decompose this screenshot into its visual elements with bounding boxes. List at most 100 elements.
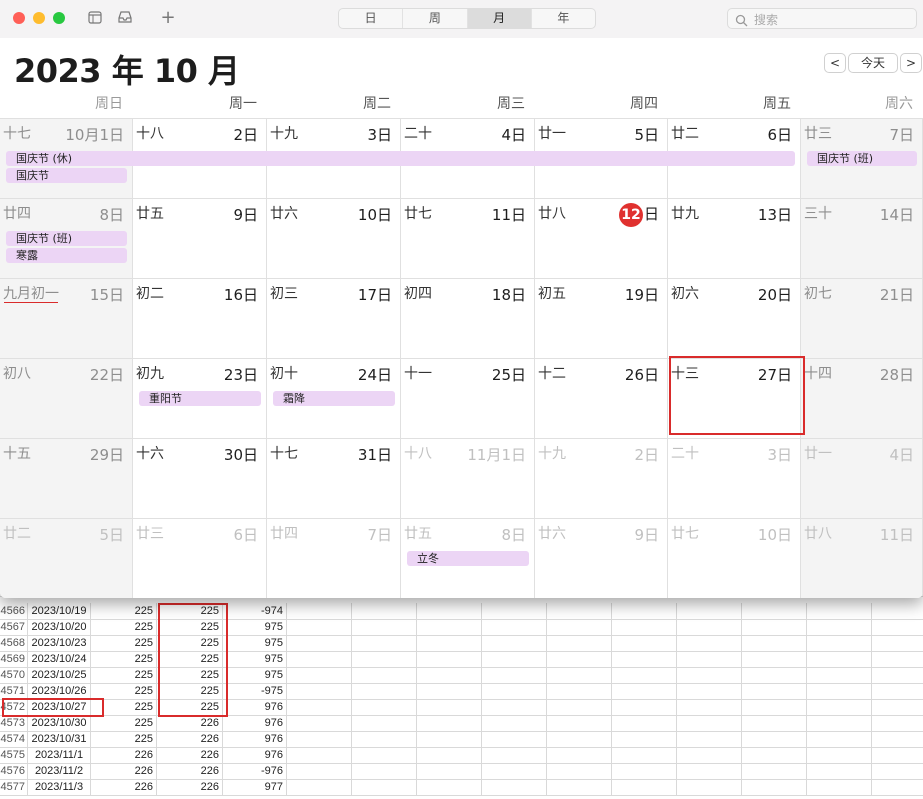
spreadsheet-cell-empty[interactable] [417, 731, 482, 747]
row-number[interactable]: 4567 [0, 619, 28, 635]
day-cell[interactable]: 廿五 9日 [133, 198, 267, 278]
spreadsheet-cell-empty[interactable] [482, 603, 547, 619]
spreadsheet-cell[interactable]: -976 [223, 763, 287, 779]
spreadsheet-cell-empty[interactable] [287, 619, 352, 635]
spreadsheet-cell[interactable]: 225 [91, 667, 157, 683]
spreadsheet-cell-empty[interactable] [872, 603, 923, 619]
day-cell[interactable]: 廿八 12 日 [535, 198, 668, 278]
spreadsheet-cell-empty[interactable] [482, 683, 547, 699]
spreadsheet-cell[interactable]: -975 [223, 683, 287, 699]
spreadsheet-cell[interactable]: 225 [157, 619, 223, 635]
spreadsheet-cell[interactable]: 975 [223, 667, 287, 683]
calendar-event[interactable]: 重阳节 [139, 391, 261, 406]
spreadsheet-cell[interactable]: -974 [223, 603, 287, 619]
spreadsheet-cell[interactable]: 2023/10/27 [28, 699, 91, 715]
spreadsheet-cell[interactable]: 225 [91, 619, 157, 635]
spreadsheet-cell-empty[interactable] [807, 779, 872, 795]
spreadsheet-cell-empty[interactable] [417, 763, 482, 779]
spreadsheet-cell-empty[interactable] [807, 715, 872, 731]
spreadsheet-cell-empty[interactable] [547, 683, 612, 699]
spreadsheet-cell[interactable]: 226 [157, 747, 223, 763]
day-cell[interactable]: 二十 3日 [668, 438, 801, 518]
row-number[interactable]: 4574 [0, 731, 28, 747]
spreadsheet-cell[interactable]: 225 [157, 603, 223, 619]
spreadsheet-cell[interactable]: 976 [223, 699, 287, 715]
spreadsheet-cell[interactable]: 226 [91, 763, 157, 779]
day-cell[interactable]: 初五 19日 [535, 278, 668, 358]
spreadsheet-cell-empty[interactable] [417, 635, 482, 651]
spreadsheet-cell[interactable]: 225 [91, 715, 157, 731]
view-year-tab[interactable]: 年 [532, 9, 595, 28]
view-week-tab[interactable]: 周 [403, 9, 468, 28]
spreadsheet-cell-empty[interactable] [547, 731, 612, 747]
spreadsheet-cell-empty[interactable] [417, 747, 482, 763]
day-cell[interactable]: 九月初一 15日 [0, 278, 133, 358]
spreadsheet-cell-empty[interactable] [417, 683, 482, 699]
spreadsheet-cell-empty[interactable] [417, 699, 482, 715]
spreadsheet-cell[interactable]: 2023/11/2 [28, 763, 91, 779]
spreadsheet-cell-empty[interactable] [807, 667, 872, 683]
spreadsheet-cell[interactable]: 225 [157, 651, 223, 667]
spreadsheet-cell-empty[interactable] [677, 635, 742, 651]
spreadsheet-cell-empty[interactable] [287, 683, 352, 699]
calendar-event[interactable]: 国庆节 (班) [6, 231, 127, 246]
spreadsheet-cell-empty[interactable] [547, 667, 612, 683]
spreadsheet-cell-empty[interactable] [807, 651, 872, 667]
spreadsheet-cell-empty[interactable] [872, 651, 923, 667]
spreadsheet-cell-empty[interactable] [287, 667, 352, 683]
spreadsheet-cell-empty[interactable] [677, 699, 742, 715]
spreadsheet-cell-empty[interactable] [612, 651, 677, 667]
view-day-tab[interactable]: 日 [339, 9, 404, 28]
spreadsheet-cell-empty[interactable] [612, 747, 677, 763]
spreadsheet-cell-empty[interactable] [742, 635, 807, 651]
spreadsheet-cell-empty[interactable] [807, 763, 872, 779]
spreadsheet-cell-empty[interactable] [547, 619, 612, 635]
spreadsheet-cell-empty[interactable] [677, 603, 742, 619]
day-cell[interactable]: 廿六 9日 [535, 518, 668, 598]
spreadsheet-cell-empty[interactable] [482, 651, 547, 667]
spreadsheet-cell-empty[interactable] [417, 619, 482, 635]
spreadsheet-cell-empty[interactable] [417, 651, 482, 667]
spreadsheet-cell-empty[interactable] [482, 747, 547, 763]
day-cell[interactable]: 十二 26日 [535, 358, 668, 438]
spreadsheet-cell-empty[interactable] [547, 763, 612, 779]
spreadsheet-cell-empty[interactable] [872, 667, 923, 683]
spreadsheet-cell[interactable]: 976 [223, 747, 287, 763]
spreadsheet-cell[interactable]: 976 [223, 715, 287, 731]
spreadsheet-cell-empty[interactable] [677, 667, 742, 683]
spreadsheet-cell-empty[interactable] [287, 651, 352, 667]
spreadsheet-cell[interactable]: 2023/10/19 [28, 603, 91, 619]
spreadsheet-cell-empty[interactable] [677, 731, 742, 747]
spreadsheet-cell[interactable]: 226 [157, 763, 223, 779]
today-button[interactable]: 今天 [848, 53, 898, 73]
row-number[interactable]: 4572 [0, 699, 28, 715]
day-cell[interactable]: 十五 29日 [0, 438, 133, 518]
calendar-event[interactable]: 国庆节 (休) [6, 151, 795, 166]
spreadsheet-cell-empty[interactable] [547, 715, 612, 731]
spreadsheet-cell-empty[interactable] [287, 635, 352, 651]
spreadsheet-cell-empty[interactable] [482, 779, 547, 795]
day-cell[interactable]: 初七 21日 [801, 278, 923, 358]
spreadsheet-cell-empty[interactable] [352, 603, 417, 619]
spreadsheet-cell-empty[interactable] [287, 715, 352, 731]
spreadsheet-cell-empty[interactable] [352, 619, 417, 635]
spreadsheet-cell-empty[interactable] [482, 635, 547, 651]
day-cell[interactable]: 初六 20日 [668, 278, 801, 358]
spreadsheet-cell-empty[interactable] [742, 747, 807, 763]
spreadsheet-cell-empty[interactable] [287, 779, 352, 795]
spreadsheet-cell[interactable]: 226 [91, 779, 157, 795]
spreadsheet-cell[interactable]: 225 [91, 603, 157, 619]
spreadsheet-cell[interactable]: 226 [157, 731, 223, 747]
spreadsheet-cell-empty[interactable] [352, 667, 417, 683]
spreadsheet-cell-empty[interactable] [872, 715, 923, 731]
spreadsheet-cell-empty[interactable] [482, 699, 547, 715]
spreadsheet-cell-empty[interactable] [482, 763, 547, 779]
row-number[interactable]: 4570 [0, 667, 28, 683]
day-cell[interactable]: 廿六 10日 [267, 198, 401, 278]
spreadsheet-cell-empty[interactable] [742, 779, 807, 795]
spreadsheet-cell-empty[interactable] [352, 731, 417, 747]
spreadsheet-cell-empty[interactable] [482, 731, 547, 747]
spreadsheet-cell-empty[interactable] [677, 683, 742, 699]
spreadsheet-cell-empty[interactable] [547, 699, 612, 715]
calendar-event[interactable]: 立冬 [407, 551, 529, 566]
